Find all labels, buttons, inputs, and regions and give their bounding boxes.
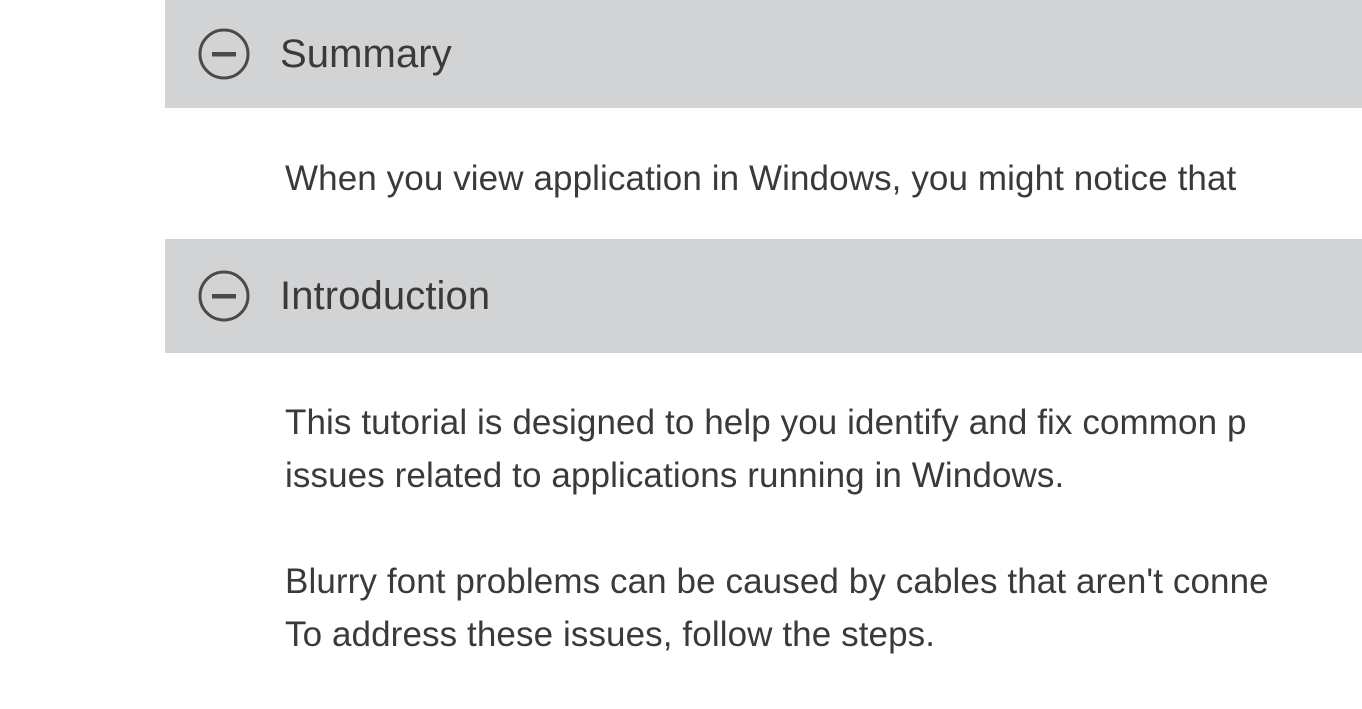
minus-circle-icon[interactable] bbox=[194, 266, 254, 326]
paragraph: When you view application in Windows, yo… bbox=[285, 152, 1362, 205]
document-content-column: Summary When you view application in Win… bbox=[165, 0, 1362, 709]
section-header-introduction[interactable]: Introduction bbox=[165, 239, 1362, 353]
paragraph-line: Blurry font problems can be caused by ca… bbox=[285, 562, 1269, 601]
paragraph-line: When you view application in Windows, yo… bbox=[285, 159, 1237, 198]
paragraph: This tutorial is designed to help you id… bbox=[285, 396, 1362, 502]
section-body-introduction: This tutorial is designed to help you id… bbox=[285, 396, 1362, 661]
section-title-summary: Summary bbox=[280, 32, 452, 76]
paragraph-line: issues related to applications running i… bbox=[285, 456, 1065, 495]
paragraph: Blurry font problems can be caused by ca… bbox=[285, 555, 1362, 661]
paragraph-line: To address these issues, follow the step… bbox=[285, 615, 936, 654]
section-header-summary[interactable]: Summary bbox=[165, 0, 1362, 108]
paragraph-line: This tutorial is designed to help you id… bbox=[285, 403, 1247, 442]
document-surface: Summary When you view application in Win… bbox=[0, 0, 1362, 709]
section-body-summary: When you view application in Windows, yo… bbox=[285, 152, 1362, 205]
minus-circle-icon[interactable] bbox=[194, 24, 254, 84]
section-title-introduction: Introduction bbox=[280, 274, 491, 318]
